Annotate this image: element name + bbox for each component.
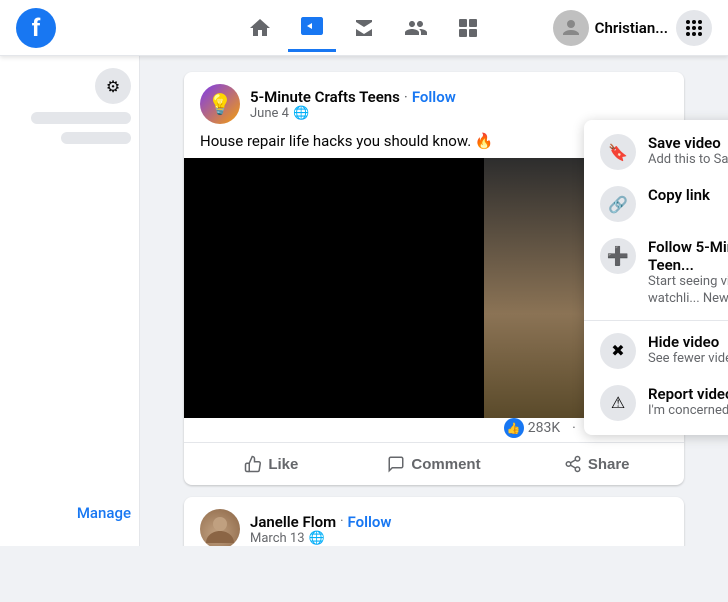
follow-subtitle: Start seeing videos in your watchli... N… <box>648 274 728 308</box>
facebook-logo[interactable]: f <box>16 8 56 48</box>
share-button[interactable]: Share <box>517 447 676 481</box>
left-sidebar: ⚙ Manage <box>0 56 140 546</box>
nav-center <box>236 4 492 52</box>
post-author-name[interactable]: 5-Minute Crafts Teens <box>250 88 400 106</box>
menu-item-copy-link-text: Copy link <box>648 186 728 204</box>
reaction-number: 283K <box>528 420 560 436</box>
second-post-preview: Janelle Flom · Follow March 13 🌐 <box>184 497 684 546</box>
report-video-subtitle: I'm concerned about this video <box>648 403 728 420</box>
sidebar-placeholder-1 <box>31 112 131 124</box>
follow-icon: ➕ <box>600 238 636 274</box>
globe-icon: 🌐 <box>293 106 309 121</box>
nav-grid-button[interactable] <box>676 10 712 46</box>
copy-link-title: Copy link <box>648 186 728 204</box>
user-avatar <box>553 10 589 46</box>
like-label: Like <box>268 456 298 473</box>
preview-globe-icon: 🌐 <box>309 531 325 546</box>
post-follow-button[interactable]: Follow <box>412 88 456 106</box>
main-layout: ⚙ Manage 💡 5-Minute Crafts Teens · Follo… <box>0 56 728 546</box>
follow-title: Follow 5-Minute Crafts Teen... <box>648 238 728 274</box>
user-name-label: Christian... <box>595 19 668 37</box>
post-dot: · <box>404 88 408 106</box>
gear-icon: ⚙ <box>106 77 120 96</box>
post-header: 💡 5-Minute Crafts Teens · Follow June 4 … <box>184 72 684 124</box>
preview-author-name: Janelle Flom · Follow <box>250 513 668 531</box>
menu-item-hide-video-text: Hide video See fewer videos like this <box>648 333 728 368</box>
save-video-subtitle: Add this to Saved Videos <box>648 152 728 169</box>
menu-divider-1 <box>584 320 728 321</box>
menu-item-follow-text: Follow 5-Minute Crafts Teen... Start see… <box>648 238 728 308</box>
hide-video-icon: ✖ <box>600 333 636 369</box>
comment-button[interactable]: Comment <box>355 447 514 481</box>
like-reaction-icon: 👍 <box>504 418 524 438</box>
nav-home-button[interactable] <box>236 4 284 52</box>
preview-date: March 13 🌐 <box>250 531 668 546</box>
like-button[interactable]: Like <box>192 447 351 481</box>
menu-item-follow[interactable]: ➕ Follow 5-Minute Crafts Teen... Start s… <box>584 230 728 316</box>
nav-right: Christian... <box>553 10 712 46</box>
user-profile-pill[interactable]: Christian... <box>553 10 668 46</box>
menu-item-hide-video[interactable]: ✖ Hide video See fewer videos like this <box>584 325 728 377</box>
comment-label: Comment <box>411 456 480 473</box>
report-video-title: Report video <box>648 385 728 403</box>
share-label: Share <box>588 456 630 473</box>
preview-author-text[interactable]: Janelle Flom <box>250 513 336 531</box>
content-area: 💡 5-Minute Crafts Teens · Follow June 4 … <box>140 56 728 546</box>
menu-item-save-video[interactable]: 🔖 Save video Add this to Saved Videos <box>584 126 728 178</box>
sidebar-manage-button[interactable]: Manage <box>77 504 131 534</box>
menu-item-report-video[interactable]: ⚠ Report video I'm concerned about this … <box>584 377 728 429</box>
hide-video-title: Hide video <box>648 333 728 351</box>
top-navigation: f Christian... <box>0 0 728 56</box>
preview-dot: · <box>340 514 343 529</box>
sidebar-gear-button[interactable]: ⚙ <box>95 68 131 104</box>
post-date: June 4 🌐 <box>250 106 668 121</box>
preview-follow-button[interactable]: Follow <box>348 513 392 531</box>
preview-author-avatar <box>200 509 240 546</box>
stats-separator: · <box>572 420 576 436</box>
preview-date-text: March 13 <box>250 531 305 546</box>
save-video-title: Save video <box>648 134 728 152</box>
menu-item-copy-link[interactable]: 🔗 Copy link <box>584 178 728 230</box>
post-card: 💡 5-Minute Crafts Teens · Follow June 4 … <box>184 72 684 485</box>
post-image-dark-area <box>184 158 484 418</box>
preview-meta: Janelle Flom · Follow March 13 🌐 <box>250 513 668 546</box>
report-video-icon: ⚠ <box>600 385 636 421</box>
post-author-avatar: 💡 <box>200 84 240 124</box>
menu-item-save-video-text: Save video Add this to Saved Videos <box>648 134 728 169</box>
hide-video-subtitle: See fewer videos like this <box>648 351 728 368</box>
nav-video-button[interactable] <box>288 4 336 52</box>
post-actions: Like Comment Share <box>184 442 684 485</box>
nav-pages-button[interactable] <box>444 4 492 52</box>
save-video-icon: 🔖 <box>600 134 636 170</box>
menu-item-report-video-text: Report video I'm concerned about this vi… <box>648 385 728 420</box>
post-date-text: June 4 <box>250 106 289 121</box>
sidebar-placeholder-2 <box>61 132 131 144</box>
post-author-line: 5-Minute Crafts Teens · Follow <box>250 88 668 106</box>
nav-marketplace-button[interactable] <box>340 4 388 52</box>
post-meta: 5-Minute Crafts Teens · Follow June 4 🌐 <box>250 88 668 121</box>
nav-groups-button[interactable] <box>392 4 440 52</box>
nav-left: f <box>16 8 56 48</box>
post-options-dropdown: 🔖 Save video Add this to Saved Videos 🔗 … <box>584 120 728 435</box>
copy-link-icon: 🔗 <box>600 186 636 222</box>
